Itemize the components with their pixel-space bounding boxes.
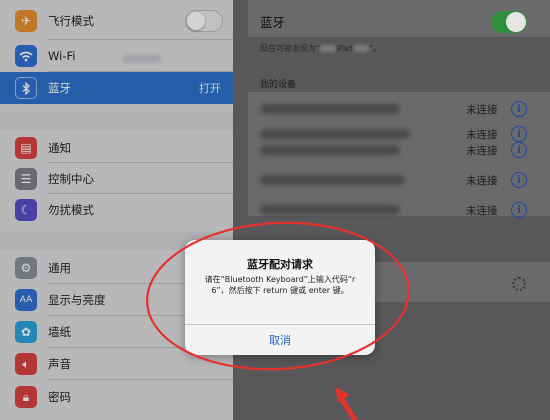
- device-name-blurred: [260, 104, 400, 114]
- info-icon[interactable]: i: [511, 172, 527, 188]
- wifi-icon: [15, 45, 37, 67]
- device-name-blurred: [260, 145, 400, 155]
- airplane-mode-toggle[interactable]: [185, 10, 223, 32]
- sidebar-item-label: 密码: [48, 390, 71, 404]
- device-name-blurred: [260, 175, 405, 185]
- device-status: 未连接: [466, 104, 498, 116]
- sidebar-item-control-center[interactable]: ☰ 控制中心: [0, 163, 233, 194]
- sidebar-item-label: Wi-Fi: [48, 49, 76, 63]
- device-status: 未连接: [466, 129, 498, 141]
- sidebar-item-wifi[interactable]: Wi-Fi: [0, 40, 233, 72]
- bluetooth-status: 打开: [199, 82, 221, 95]
- sidebar-item-airplane-mode[interactable]: ✈ 飞行模式: [0, 2, 233, 40]
- info-icon[interactable]: i: [511, 202, 527, 218]
- bluetooth-title: 蓝牙: [260, 15, 286, 30]
- settings-sidebar: ✈ 飞行模式 Wi-Fi 蓝牙 打开 ▤ 通知 ☰ 控制中心 ☾ 勿扰模式 ⚙: [0, 0, 233, 420]
- sidebar-item-label: 蓝牙: [48, 81, 71, 95]
- airplane-icon: ✈: [15, 10, 37, 32]
- cancel-button[interactable]: 取消: [185, 324, 375, 355]
- display-brightness-icon: AA: [15, 289, 37, 311]
- moon-icon: ☾: [15, 199, 37, 221]
- alert-title: 蓝牙配对请求: [247, 258, 313, 271]
- sidebar-item-label: 显示与亮度: [48, 293, 106, 307]
- gear-icon: ⚙: [15, 257, 37, 279]
- lock-icon: 🔒︎: [15, 386, 37, 408]
- sidebar-item-label: 声音: [48, 357, 71, 371]
- my-devices-header: 我的设备: [260, 80, 297, 90]
- wallpaper-icon: ✿: [15, 321, 37, 343]
- sidebar-item-bluetooth[interactable]: 蓝牙 打开: [0, 72, 233, 104]
- sidebar-item-label: 墙纸: [48, 325, 71, 339]
- discoverable-prefix: 现在可被发现为“: [260, 44, 321, 53]
- info-icon[interactable]: i: [511, 126, 527, 142]
- info-icon[interactable]: i: [511, 142, 527, 158]
- sound-icon: 🔈︎: [15, 353, 37, 375]
- blurred-name: [352, 45, 369, 52]
- sidebar-item-notifications[interactable]: ▤ 通知: [0, 132, 233, 163]
- wifi-network-name: [122, 55, 162, 63]
- sidebar-item-label: 飞行模式: [48, 14, 94, 28]
- bluetooth-icon: [15, 77, 37, 99]
- discoverable-text: 现在可被发现为“ iPad ”。: [260, 43, 381, 54]
- control-center-icon: ☰: [15, 167, 37, 190]
- device-name-blurred: [260, 129, 410, 139]
- sidebar-item-label: 通知: [48, 140, 71, 155]
- sidebar-item-label: 勿扰模式: [48, 203, 94, 217]
- sidebar-item-label: 通用: [48, 261, 71, 275]
- pairing-alert: 蓝牙配对请求 请在“Bluetooth Keyboard”上输入代码“r 6”，…: [185, 240, 375, 355]
- device-status: 未连接: [466, 205, 498, 217]
- sidebar-item-do-not-disturb[interactable]: ☾ 勿扰模式: [0, 194, 233, 226]
- device-status: 未连接: [466, 145, 498, 157]
- blurred-name: [320, 45, 337, 52]
- device-status: 未连接: [466, 175, 498, 187]
- sidebar-item-label: 控制中心: [48, 171, 94, 186]
- bluetooth-toggle[interactable]: [491, 11, 527, 33]
- discoverable-device: iPad: [336, 44, 353, 53]
- notifications-icon: ▤: [15, 136, 37, 159]
- info-icon[interactable]: i: [511, 101, 527, 117]
- sidebar-item-passcode[interactable]: 🔒︎ 密码: [0, 380, 233, 414]
- device-name-blurred: [260, 205, 400, 215]
- searching-spinner-icon: [512, 277, 526, 291]
- alert-message: 请在“Bluetooth Keyboard”上输入代码“r 6”，然后按下 re…: [204, 275, 356, 295]
- discoverable-suffix: ”。: [368, 44, 381, 53]
